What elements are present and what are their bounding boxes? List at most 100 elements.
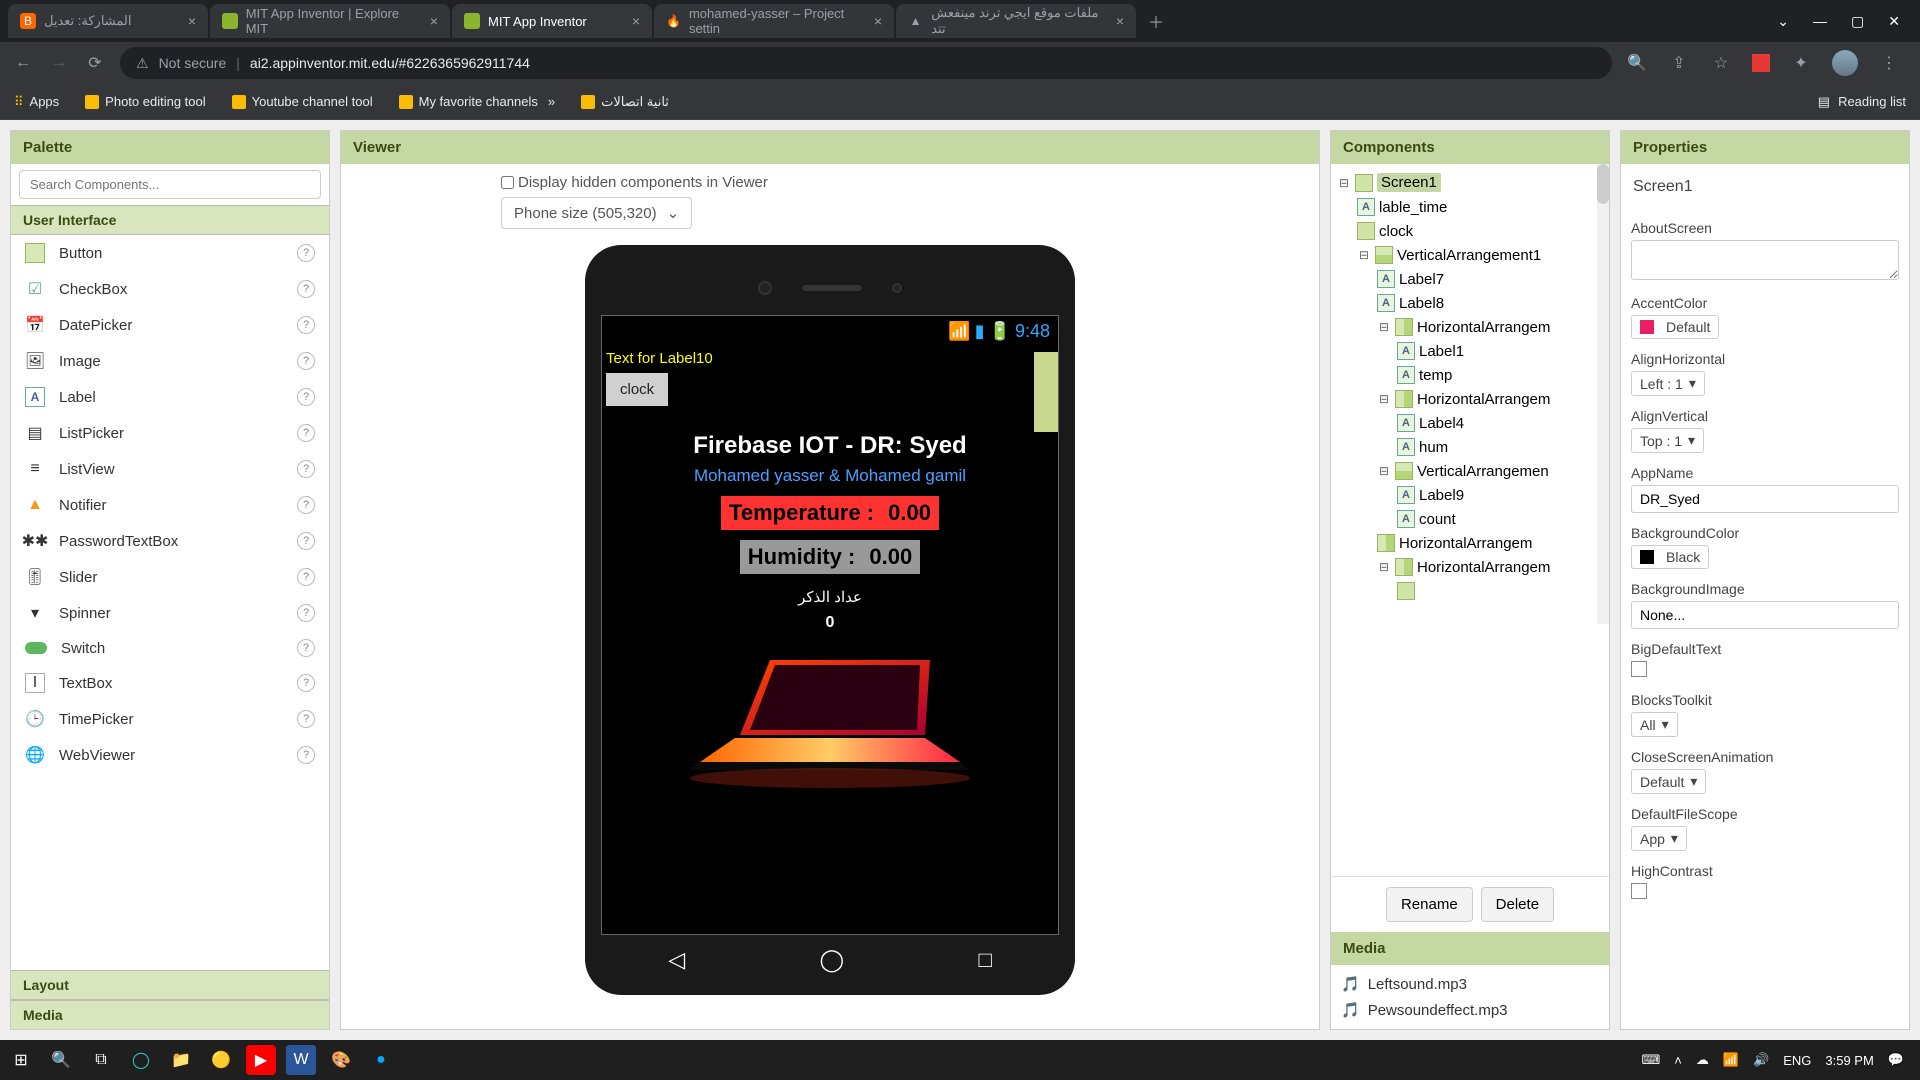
tree-more[interactable] (1331, 579, 1609, 603)
pal-datepicker[interactable]: 📅DatePicker? (11, 307, 329, 343)
forward-icon[interactable]: → (48, 52, 70, 74)
app-icon-1[interactable]: 🎨 (326, 1045, 356, 1075)
help-icon[interactable]: ? (297, 244, 315, 262)
count-label[interactable]: 0 (826, 614, 835, 632)
pal-checkbox[interactable]: ☑CheckBox? (11, 271, 329, 307)
clock-button[interactable]: clock (606, 373, 668, 406)
tab-0[interactable]: Bالمشاركة: تعديل× (8, 4, 208, 38)
ime-icon[interactable]: ⌨ (1641, 1052, 1660, 1068)
laptop-image[interactable] (670, 640, 990, 790)
close-anim-select[interactable]: Default▾ (1631, 769, 1706, 794)
tree-clock[interactable]: clock (1331, 219, 1609, 243)
tree-ha4[interactable]: ⊟HorizontalArrangem (1331, 555, 1609, 579)
tree-scrollbar[interactable] (1597, 164, 1609, 624)
hidden-components-checkbox[interactable]: Display hidden components in Viewer (501, 174, 768, 191)
close-icon[interactable]: × (632, 13, 640, 29)
tree-screen1[interactable]: ⊟Screen1 (1331, 170, 1609, 195)
pal-button[interactable]: Button? (11, 235, 329, 271)
media-section-head[interactable]: Media (11, 1000, 329, 1029)
back-nav-icon[interactable]: ◁ (668, 947, 685, 973)
back-icon[interactable]: ← (12, 52, 34, 74)
help-icon[interactable]: ? (297, 710, 315, 728)
ext1-icon[interactable] (1752, 54, 1770, 72)
help-icon[interactable]: ? (297, 568, 315, 586)
humidity-row[interactable]: Humidity : 0.00 (740, 540, 920, 574)
close-icon[interactable]: × (430, 13, 438, 29)
help-icon[interactable]: ? (297, 280, 315, 298)
tree-label7[interactable]: ALabel7 (1331, 267, 1609, 291)
home-nav-icon[interactable]: ◯ (819, 947, 844, 973)
tree-hum[interactable]: Ahum (1331, 435, 1609, 459)
tab-2[interactable]: MIT App Inventor× (452, 4, 652, 38)
app-title[interactable]: Firebase IOT - DR: Syed (693, 432, 966, 460)
close-icon[interactable]: × (188, 13, 196, 29)
big-default-text-checkbox[interactable] (1631, 661, 1647, 677)
onedrive-icon[interactable]: ☁ (1696, 1052, 1709, 1068)
tree-label1[interactable]: ALabel1 (1331, 339, 1609, 363)
tree-temp[interactable]: Atemp (1331, 363, 1609, 387)
help-icon[interactable]: ? (297, 388, 315, 406)
apps-button[interactable]: ⠿Apps (14, 94, 59, 110)
url-input[interactable]: ⚠ Not secure | ai2.appinventor.mit.edu/#… (120, 47, 1612, 79)
delete-button[interactable]: Delete (1481, 887, 1554, 922)
bookmark-2[interactable]: Youtube channel tool (232, 94, 373, 109)
bookmark-1[interactable]: Photo editing tool (85, 94, 205, 109)
pal-image[interactable]: 🖼Image? (11, 343, 329, 379)
app-name-input[interactable] (1631, 485, 1899, 513)
clock-tray[interactable]: 3:59 PM (1825, 1053, 1873, 1068)
help-icon[interactable]: ? (297, 460, 315, 478)
tree-va2[interactable]: ⊟VerticalArrangemen (1331, 459, 1609, 483)
high-contrast-checkbox[interactable] (1631, 883, 1647, 899)
tab-4[interactable]: ▲ملفات موقع ايجي ترند مينفعش تتد× (896, 4, 1136, 38)
pal-slider[interactable]: 🎚Slider? (11, 559, 329, 595)
wifi-tray-icon[interactable]: 📶 (1723, 1052, 1739, 1068)
tab-3[interactable]: 🔥mohamed-yasser – Project settin× (654, 4, 894, 38)
chrome-icon[interactable]: 🟡 (206, 1045, 236, 1075)
arabic-label[interactable]: عداد الذكر (798, 588, 862, 606)
recent-nav-icon[interactable]: □ (978, 947, 991, 973)
zoom-icon[interactable]: 🔍 (1626, 52, 1648, 74)
reload-icon[interactable]: ⟳ (84, 52, 106, 74)
media-item-1[interactable]: 🎵Pewsoundeffect.mp3 (1341, 997, 1599, 1023)
help-icon[interactable]: ? (297, 746, 315, 764)
youtube-icon[interactable]: ▶ (246, 1045, 276, 1075)
app-icon-2[interactable]: ● (366, 1045, 396, 1075)
close-icon[interactable]: × (874, 13, 882, 29)
phone-screen[interactable]: 📶 ▮ 🔋 9:48 Text for Label10 clock Fireba… (601, 315, 1059, 935)
star-icon[interactable]: ☆ (1710, 52, 1732, 74)
new-tab-button[interactable]: ＋ (1138, 9, 1174, 33)
pal-label[interactable]: ALabel? (11, 379, 329, 415)
align-vertical-select[interactable]: Top : 1▾ (1631, 428, 1704, 453)
temperature-row[interactable]: Temperature : 0.00 (721, 496, 939, 530)
pal-webviewer[interactable]: 🌐WebViewer? (11, 737, 329, 773)
pal-timepicker[interactable]: 🕒TimePicker? (11, 701, 329, 737)
bookmark-4[interactable]: ثانية اتصالات (581, 94, 669, 110)
ui-section-head[interactable]: User Interface (11, 205, 329, 235)
help-icon[interactable]: ? (297, 496, 315, 514)
bookmark-3[interactable]: My favorite channels» (399, 94, 555, 109)
about-screen-input[interactable] (1631, 240, 1899, 280)
media-item-0[interactable]: 🎵Leftsound.mp3 (1341, 971, 1599, 997)
label10[interactable]: Text for Label10 (602, 346, 1058, 369)
rename-button[interactable]: Rename (1386, 887, 1473, 922)
maximize-icon[interactable]: ▢ (1851, 13, 1864, 30)
phone-size-select[interactable]: Phone size (505,320)⌄ (501, 197, 692, 229)
language-indicator[interactable]: ENG (1783, 1053, 1811, 1068)
tree-label4[interactable]: ALabel4 (1331, 411, 1609, 435)
tray-up-icon[interactable]: ˄ (1674, 1053, 1682, 1068)
start-button[interactable]: ⊞ (6, 1045, 36, 1075)
tree-lable-time[interactable]: Alable_time (1331, 195, 1609, 219)
align-horizontal-select[interactable]: Left : 1▾ (1631, 371, 1705, 396)
pal-listview[interactable]: ≡ListView? (11, 451, 329, 487)
tree-label8[interactable]: ALabel8 (1331, 291, 1609, 315)
close-window-icon[interactable]: ✕ (1888, 13, 1900, 30)
pal-switch[interactable]: Switch? (11, 631, 329, 665)
pal-password[interactable]: ✱✱PasswordTextBox? (11, 523, 329, 559)
bg-color-select[interactable]: Black (1631, 545, 1709, 569)
scrollbar-thumb[interactable] (1034, 352, 1058, 432)
tab-1[interactable]: MIT App Inventor | Explore MIT× (210, 4, 450, 38)
pal-listpicker[interactable]: ▤ListPicker? (11, 415, 329, 451)
help-icon[interactable]: ? (297, 532, 315, 550)
help-icon[interactable]: ? (297, 674, 315, 692)
volume-icon[interactable]: 🔊 (1753, 1052, 1769, 1068)
